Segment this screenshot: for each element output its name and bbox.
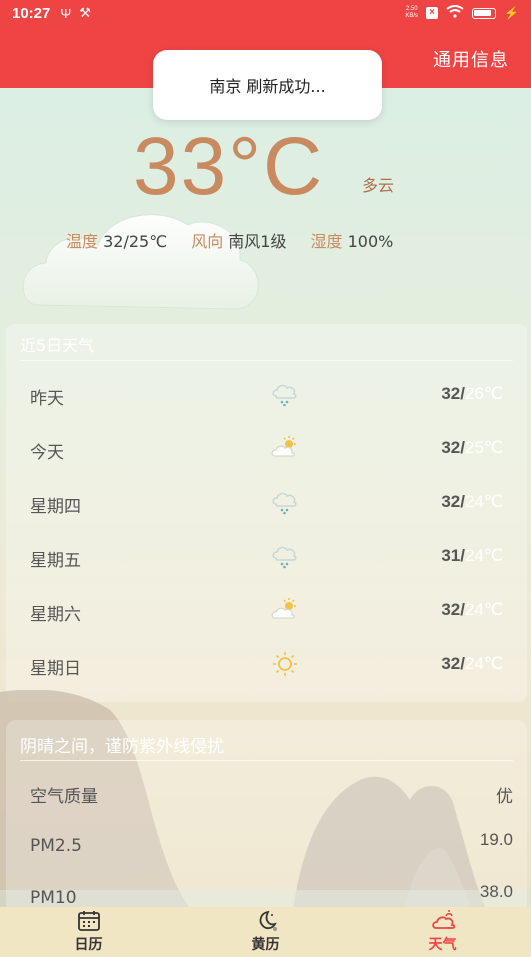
air-quality-label: 空气质量	[30, 787, 98, 807]
partly-sunny-icon	[271, 436, 296, 457]
forecast-temps: 32/25℃	[441, 438, 503, 458]
forecast-low: 24℃	[464, 654, 503, 673]
humidity-value: 100%	[347, 232, 394, 251]
forecast-high: 32/	[441, 384, 465, 403]
partly-sunny-icon	[271, 598, 296, 619]
nav-label: 黄历	[251, 937, 280, 953]
nav-label: 天气	[428, 937, 457, 953]
forecast-low: 24℃	[464, 546, 503, 565]
wind-label: 风向	[191, 232, 224, 251]
rain-icon	[272, 546, 297, 569]
forecast-high: 32/	[441, 654, 465, 673]
nav-calendar[interactable]: 日历	[0, 907, 177, 957]
forecast-day: 星期六	[30, 605, 81, 625]
wifi-icon	[446, 4, 464, 22]
pm10-label: PM10	[30, 888, 77, 908]
pm10-value: 38.0	[479, 882, 513, 901]
pm25-label: PM2.5	[30, 836, 82, 856]
forecast-low: 24℃	[464, 492, 503, 511]
refresh-toast: 南京 刷新成功...	[153, 50, 382, 120]
general-info-link[interactable]: 通用信息	[433, 46, 509, 72]
charging-icon: ⚡	[504, 6, 519, 20]
forecast-high: 31/	[441, 546, 465, 565]
forecast-row[interactable]: 星期日 32/24℃	[6, 638, 527, 692]
nav-almanac[interactable]: 黄历	[177, 907, 354, 957]
forecast-row[interactable]: 昨天 32/26℃	[6, 368, 527, 422]
temp-label: 温度	[66, 232, 99, 251]
forecast-temps: 31/24℃	[441, 546, 503, 566]
forecast-row[interactable]: 星期四 32/24℃	[6, 476, 527, 530]
forecast-high: 32/	[441, 600, 465, 619]
forecast-day: 昨天	[30, 389, 64, 409]
forecast-day: 星期四	[30, 497, 81, 517]
forecast-card: 近5日天气 昨天 32/26℃ 今天 32/25℃ 星期四 32/24℃ 星期五…	[6, 324, 527, 702]
forecast-row[interactable]: 今天 32/25℃	[6, 422, 527, 476]
toast-message: 南京 刷新成功...	[209, 77, 326, 96]
forecast-low: 24℃	[464, 600, 503, 619]
cloud-decoration	[22, 214, 259, 310]
net-speed: 2.50 KB/s	[405, 6, 418, 20]
forecast-low: 25℃	[464, 438, 503, 457]
temp-range: 32/25℃	[103, 232, 168, 251]
forecast-row[interactable]: 星期五 31/24℃	[6, 530, 527, 584]
bottom-nav: 日历 黄历 天气	[0, 907, 531, 957]
sun-icon	[273, 652, 297, 676]
weather-icon	[431, 910, 455, 929]
rain-icon	[272, 492, 297, 515]
forecast-row[interactable]: 星期六 32/24℃	[6, 584, 527, 638]
humidity-detail: 湿度 100%	[310, 228, 393, 252]
divider	[20, 360, 513, 361]
wind-detail: 风向 南风1级	[191, 228, 286, 252]
temp-detail: 温度 32/25℃	[66, 228, 167, 252]
forecast-high: 32/	[441, 492, 465, 511]
forecast-day: 星期日	[30, 659, 81, 679]
forecast-day: 星期五	[30, 551, 81, 571]
forecast-temps: 32/24℃	[441, 492, 503, 512]
usb-icon: Ψ	[60, 5, 72, 21]
nav-label: 日历	[74, 937, 103, 953]
net-speed-unit: KB/s	[405, 13, 419, 19]
status-right-group: 2.50 KB/s × ⚡	[405, 4, 519, 22]
tools-icon: ⚒	[79, 5, 91, 20]
moon-icon	[259, 910, 277, 931]
nav-weather[interactable]: 天气	[354, 907, 531, 957]
rain-icon	[272, 384, 297, 407]
forecast-high: 32/	[441, 438, 465, 457]
divider	[20, 760, 513, 761]
status-bar: 10:27 Ψ ⚒ 2.50 KB/s × ⚡	[0, 0, 531, 26]
status-time: 10:27	[12, 4, 51, 22]
calendar-icon	[77, 911, 100, 931]
weather-details: 温度 32/25℃ 风向 南风1级 湿度 100%	[66, 228, 393, 252]
sim-x-icon: ×	[426, 7, 439, 19]
forecast-temps: 32/24℃	[441, 654, 503, 674]
current-temperature: 33°C	[133, 121, 325, 212]
air-quality-card: 阴晴之间，谨防紫外线侵扰 空气质量 优 PM2.5 19.0 PM10 38.0	[6, 720, 527, 920]
net-speed-value: 2.50	[405, 6, 418, 12]
humidity-label: 湿度	[310, 232, 343, 251]
current-condition: 多云	[362, 176, 395, 195]
forecast-low: 26℃	[464, 384, 503, 403]
air-row: PM2.5 19.0	[6, 830, 527, 874]
pm25-value: 19.0	[479, 830, 513, 849]
air-row: 空气质量 优	[6, 782, 527, 822]
weather-tip: 阴晴之间，谨防紫外线侵扰	[20, 737, 224, 757]
forecast-day: 今天	[30, 443, 64, 463]
battery-icon	[472, 7, 497, 19]
forecast-temps: 32/24℃	[441, 600, 503, 620]
forecast-temps: 32/26℃	[441, 384, 503, 404]
air-quality-value: 优	[496, 787, 513, 806]
forecast-title: 近5日天气	[20, 336, 95, 355]
wind-value: 南风1级	[228, 232, 287, 251]
